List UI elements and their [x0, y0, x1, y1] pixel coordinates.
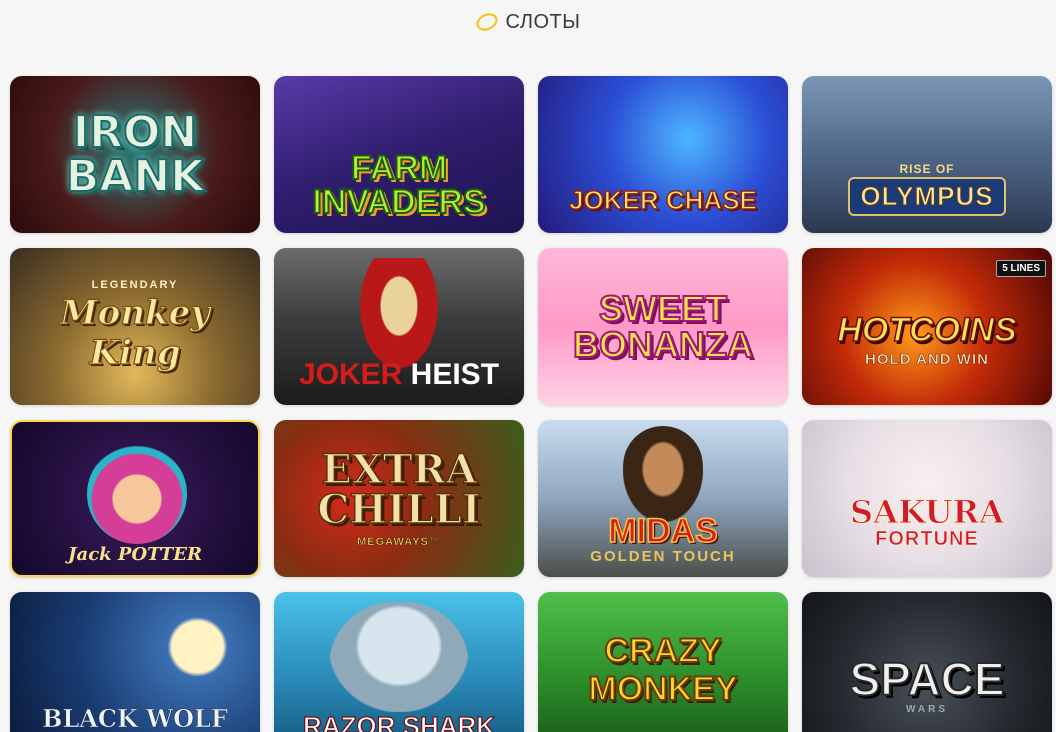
game-tile-crazy-monkey[interactable]: CRAZY MONKEY: [538, 592, 788, 732]
game-subtitle: GOLDEN TOUCH: [590, 548, 736, 565]
game-tile-joker-chase[interactable]: JOKER CHASE: [538, 76, 788, 233]
game-tile-joker-heist[interactable]: JOKER HEIST: [274, 248, 524, 405]
game-title: FARM INVADERS: [311, 148, 486, 221]
game-title: JOKER CHASE: [568, 184, 757, 215]
game-tile-jack-potter[interactable]: Jack POTTER: [10, 420, 260, 577]
game-title: SWEET BONANZA: [572, 287, 754, 365]
game-title: MIDAS: [607, 512, 718, 550]
game-title: IRON BANK: [65, 106, 206, 202]
game-subtitle: FORTUNE: [875, 528, 979, 551]
game-subtitle: MEGAWAYS™: [357, 535, 441, 548]
game-title: SPACE: [848, 653, 1005, 705]
game-subtitle: HOLD AND WIN: [865, 351, 989, 369]
game-tile-space-wars[interactable]: SPACE WARS: [802, 592, 1052, 732]
game-subtitle: WARS: [906, 704, 948, 715]
lines-badge: 5 LINES: [996, 260, 1046, 277]
game-tile-farm-invaders[interactable]: FARM INVADERS: [274, 76, 524, 233]
game-tile-black-wolf[interactable]: BLACK WOLF: [10, 592, 260, 732]
section-title: СЛОТЫ: [505, 10, 581, 33]
game-title: LEGENDARY: [91, 279, 179, 291]
game-title: JOKER HEIST: [298, 357, 500, 391]
game-title: RAZOR SHARK: [302, 710, 496, 732]
game-tile-iron-bank[interactable]: IRON BANK: [10, 76, 260, 233]
game-subtitle: OLYMPUS: [848, 177, 1006, 216]
game-title: CRAZY MONKEY: [587, 631, 738, 708]
game-tile-monkey-king[interactable]: LEGENDARY Monkey King: [10, 248, 260, 405]
coin-icon: [473, 10, 500, 34]
game-tile-rise-of-olympus[interactable]: RISE OF OLYMPUS: [802, 76, 1052, 233]
section-header: СЛОТЫ: [0, 6, 1056, 38]
game-title-part: JOKER: [298, 357, 403, 391]
game-title: HOTCOINS: [837, 311, 1018, 349]
game-subtitle: Monkey King: [59, 292, 210, 373]
game-tile-sweet-bonanza[interactable]: SWEET BONANZA: [538, 248, 788, 405]
game-title: BLACK WOLF: [42, 703, 228, 732]
game-tile-hot-coins[interactable]: 5 LINES HOTCOINS HOLD AND WIN: [802, 248, 1052, 405]
games-grid: IRON BANK FARM INVADERS JOKER CHASE RISE…: [10, 76, 1054, 732]
game-title-part: HEIST: [410, 357, 500, 391]
game-title: RISE OF: [899, 162, 955, 176]
game-tile-sakura-fortune[interactable]: SAKURA FORTUNE: [802, 420, 1052, 577]
game-title: Jack POTTER: [68, 543, 202, 565]
game-tile-midas-golden-touch[interactable]: MIDAS GOLDEN TOUCH: [538, 420, 788, 577]
game-tile-razor-shark[interactable]: RAZOR SHARK: [274, 592, 524, 732]
game-title: EXTRA CHILLI: [317, 445, 482, 533]
game-title: SAKURA: [850, 493, 1005, 531]
game-tile-extra-chilli[interactable]: EXTRA CHILLI MEGAWAYS™: [274, 420, 524, 577]
